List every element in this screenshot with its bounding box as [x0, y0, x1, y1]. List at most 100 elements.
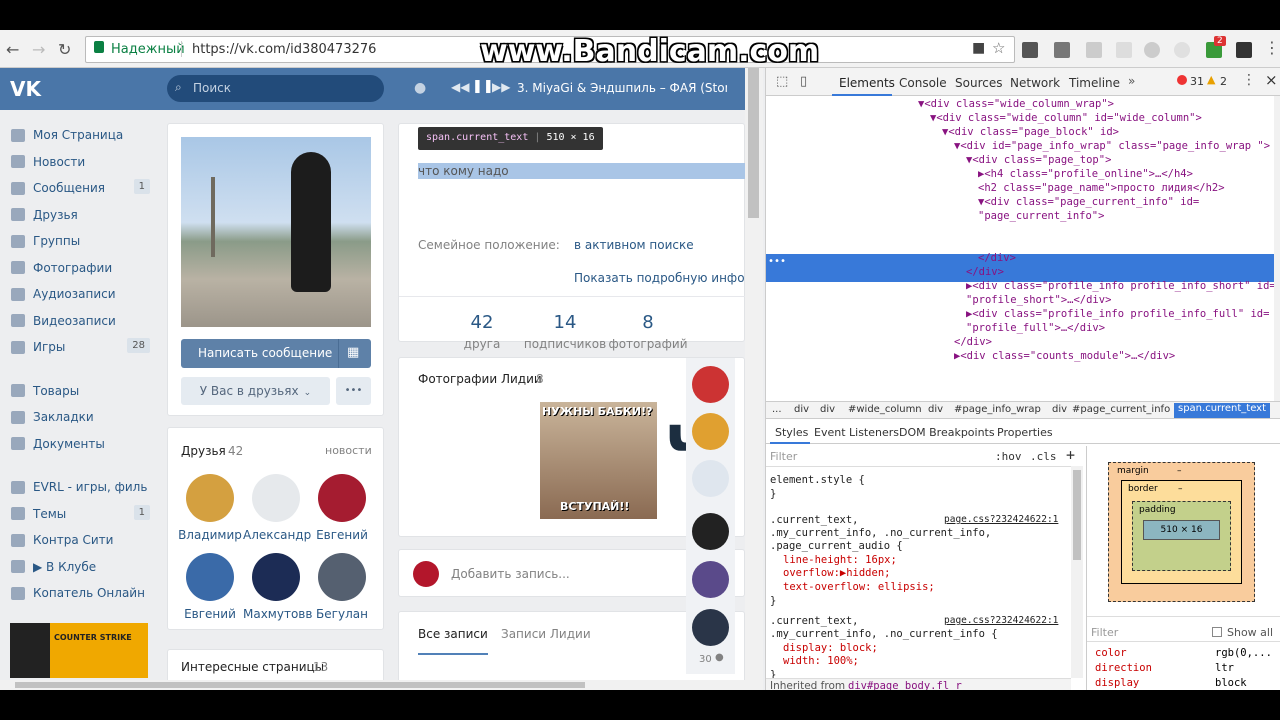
css-property[interactable]: display: block; [783, 642, 878, 654]
box-border[interactable]: border – padding 510 × 16 [1121, 480, 1242, 584]
track-title[interactable]: 3. MiyaGi & Эндшпиль – ФАЯ (Stone ... [517, 81, 727, 95]
dom-node-line[interactable]: ▼<div class="page_current_info" id= [978, 196, 1199, 208]
sidebar-item[interactable]: Игры 28 [0, 334, 160, 361]
friend-item[interactable]: Евгений [309, 474, 375, 542]
dom-node-line[interactable]: <h2 class="page_name">просто лидия</h2> [978, 182, 1225, 194]
sidebar-item[interactable]: Аудиозаписи [0, 281, 160, 308]
computed-prop-value[interactable]: block [1215, 677, 1247, 689]
sidebar-item[interactable]: Закладки [0, 404, 160, 431]
h-scrollbar-thumb[interactable] [15, 682, 585, 688]
extension-icon[interactable] [1236, 42, 1252, 58]
css-source-link[interactable]: page.css?232424622:1 [944, 514, 1058, 525]
dom-node-line[interactable]: "profile_full">…</div> [966, 322, 1105, 334]
breadcrumb-item[interactable]: #page_info_wrap [954, 404, 1041, 415]
pause-icon[interactable]: ❚❚ [472, 79, 494, 94]
add-rule-icon[interactable]: + [1066, 446, 1075, 464]
write-message-button[interactable]: Написать сообщение ▦ [181, 339, 371, 368]
dom-node-line[interactable]: </div> [966, 266, 1004, 278]
url-text[interactable]: https://vk.com/id380473276 [192, 42, 376, 57]
friend-avatar[interactable] [186, 474, 234, 522]
friend-avatar[interactable] [186, 553, 234, 601]
sidebar-item[interactable]: Фотографии [0, 255, 160, 282]
interesting-title[interactable]: Интересные страницы [181, 660, 324, 674]
my-avatar[interactable] [413, 561, 439, 587]
dom-node-line[interactable]: надо</span> == $0 [990, 238, 1097, 250]
h-scrollbar[interactable] [0, 680, 745, 690]
computed-prop-value[interactable]: rgb(0,... [1215, 647, 1272, 659]
scrollbar-thumb[interactable] [748, 68, 759, 218]
styles-scrollbar[interactable] [1071, 466, 1083, 678]
styles-filter-input[interactable]: Filter [770, 450, 797, 463]
sidebar-item[interactable]: EVRL - игры, филь [0, 474, 160, 501]
gift-icon[interactable]: ▦ [347, 345, 359, 360]
extension-icon[interactable] [1144, 42, 1160, 58]
dom-node-line[interactable]: ▼<div class="wide_column_wrap"> [918, 98, 1114, 110]
friend-avatar[interactable] [252, 474, 300, 522]
family-value[interactable]: в активном поиске [574, 238, 694, 252]
breadcrumb-item[interactable]: div [1052, 404, 1067, 415]
inherited-selector[interactable]: div#page_body.fl_r [848, 680, 962, 690]
hov-toggle[interactable]: :hov [995, 450, 1022, 463]
dom-node-line[interactable]: ▶<div class="counts_module">…</div> [954, 350, 1175, 362]
sidebar-item[interactable]: Друзья [0, 202, 160, 229]
sidebar-item[interactable]: ▶ В Клубе [0, 554, 160, 581]
close-icon[interactable]: × [1265, 71, 1278, 89]
tab-all-posts[interactable]: Все записи [418, 627, 488, 641]
css-property[interactable]: text-overflow: ellipsis; [783, 581, 935, 593]
css-selector[interactable]: } [770, 595, 776, 607]
friend-avatar[interactable] [318, 553, 366, 601]
cls-toggle[interactable]: .cls [1030, 450, 1057, 463]
styles-scrollbar-thumb[interactable] [1073, 470, 1081, 560]
breadcrumb-item[interactable]: ... [772, 404, 782, 415]
css-selector[interactable]: } [770, 488, 776, 500]
styles-subtab[interactable]: Styles [775, 426, 808, 439]
css-selector[interactable]: .current_text, [770, 615, 859, 627]
counter-item[interactable]: 8 фотографий [598, 312, 698, 352]
css-selector[interactable]: .page_current_audio { [770, 540, 903, 552]
friend-name[interactable]: Махмутовв [243, 607, 312, 621]
computed-prop-name[interactable]: display [1095, 677, 1139, 689]
photos-title[interactable]: Фотографии Лидии [418, 372, 542, 386]
friend-name[interactable]: Евгений [177, 607, 243, 621]
sidebar-item[interactable]: Темы 1 [0, 501, 160, 528]
status-text[interactable]: что кому надо [418, 164, 509, 178]
device-toolbar-icon[interactable]: ▯ [800, 74, 807, 89]
in-friends-button[interactable]: У Вас в друзьях ⌄ [181, 377, 330, 405]
devtools-tab[interactable]: Timeline [1069, 76, 1120, 90]
dom-node-line[interactable]: <span class="current_text">что кому [990, 224, 1211, 236]
sidebar-item[interactable]: Документы [0, 431, 160, 458]
friend-name[interactable]: Бегулан [309, 607, 375, 621]
inspect-icon[interactable]: ⬚ [776, 74, 788, 89]
prev-track-icon[interactable]: ◀◀ [451, 80, 469, 94]
show-all-checkbox[interactable] [1212, 627, 1222, 637]
friend-name[interactable]: Евгений [309, 528, 375, 542]
devtools-menu-icon[interactable]: ⋮ [1242, 72, 1256, 88]
back-arrow-icon[interactable]: ← [6, 40, 19, 59]
ad-banner[interactable]: COUNTER STRIKE [10, 623, 148, 678]
breadcrumb-item[interactable]: #wide_column [848, 404, 922, 415]
tab-own-posts[interactable]: Записи Лидии [501, 627, 591, 641]
online-friend-avatar[interactable] [692, 460, 729, 497]
box-margin[interactable]: margin – border – padding 510 × 16 [1108, 462, 1255, 602]
devtools-tab[interactable]: Console [899, 76, 947, 90]
computed-filter-input[interactable]: Filter [1091, 626, 1118, 639]
devtools-tab[interactable]: Sources [955, 76, 1002, 90]
breadcrumb-item[interactable]: div [820, 404, 835, 415]
vk-logo-icon[interactable]: VK [10, 77, 41, 101]
sidebar-item[interactable]: Видеозаписи [0, 308, 160, 335]
dom-scrollbar[interactable] [1274, 96, 1280, 401]
styles-subtab[interactable]: Properties [997, 426, 1053, 439]
dom-node-line[interactable]: "page_current_info"> [978, 210, 1104, 222]
dom-node-line[interactable]: </div> [954, 336, 992, 348]
reload-icon[interactable]: ↻ [58, 40, 71, 59]
friend-item[interactable]: Евгений [177, 553, 243, 621]
dom-node-line[interactable]: ▼<div id="page_info_wrap" class="page_in… [954, 140, 1270, 152]
css-source-link[interactable]: page.css?232424622:1 [944, 615, 1058, 626]
css-selector[interactable]: .current_text, [770, 514, 859, 526]
online-friend-avatar[interactable] [692, 609, 729, 646]
camera-icon[interactable]: ■ [972, 40, 985, 56]
extension-icon[interactable] [1174, 42, 1190, 58]
extension-icon[interactable] [1116, 42, 1132, 58]
computed-prop-name[interactable]: direction [1095, 662, 1152, 674]
online-friend-avatar[interactable] [692, 561, 729, 598]
